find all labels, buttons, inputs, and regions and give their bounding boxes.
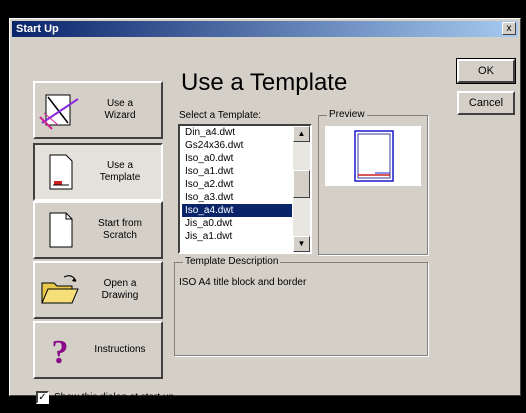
mode-button-label: Instructions <box>94 344 146 355</box>
template-list-item[interactable]: Din_a4.dwt <box>182 126 292 139</box>
template-list-item[interactable]: Jis_a0.dwt <box>182 217 292 230</box>
template-list-item[interactable]: Iso_a1.dwt <box>182 165 292 178</box>
mode-button-label: Start from Scratch <box>98 218 142 241</box>
template-list-item[interactable]: Iso_a4.dwt <box>182 204 292 217</box>
cancel-button[interactable]: Cancel <box>457 91 515 115</box>
scroll-up-arrow-icon[interactable]: ▲ <box>293 126 310 142</box>
show-dialog-option[interactable]: ✓ Show this dialog at start up <box>36 391 174 404</box>
template-list: Din_a4.dwt Gs24x36.dwt Iso_a0.dwt Iso_a1.dw… <box>182 126 292 243</box>
template-list-item[interactable]: Gs24x36.dwt <box>182 139 292 152</box>
page-title: Use a Template <box>181 69 348 96</box>
scroll-down-arrow-icon[interactable]: ▼ <box>293 236 310 252</box>
use-a-wizard-button[interactable]: Use a Wizard <box>33 81 163 139</box>
template-description-group: Template Description ISO A4 title block … <box>174 256 428 356</box>
template-description-label: Template Description <box>183 256 281 267</box>
wizard-icon <box>35 85 85 135</box>
template-description-text: ISO A4 title block and border <box>179 277 307 288</box>
title-bar: Start Up x <box>12 21 518 37</box>
template-page-icon <box>35 147 85 197</box>
mode-button-label: Use a Wizard <box>104 98 136 121</box>
template-list-item[interactable]: Iso_a0.dwt <box>182 152 292 165</box>
preview-box <box>325 126 421 186</box>
open-a-drawing-button[interactable]: Open a Drawing <box>33 261 163 319</box>
template-preview-thumbnail <box>354 130 394 182</box>
template-list-item[interactable]: Jis_a1.dwt <box>182 230 292 243</box>
instructions-button[interactable]: ? Instructions <box>33 321 163 379</box>
select-template-label: Select a Template: <box>179 110 262 121</box>
close-button[interactable]: x <box>502 22 516 35</box>
template-listbox[interactable]: Din_a4.dwt Gs24x36.dwt Iso_a0.dwt Iso_a1.dw… <box>178 124 312 254</box>
ok-button[interactable]: OK <box>456 58 516 84</box>
template-list-item[interactable]: Iso_a2.dwt <box>182 178 292 191</box>
preview-label: Preview <box>327 109 367 120</box>
question-mark-icon: ? <box>35 325 85 375</box>
mode-button-label: Use a Template <box>99 160 141 183</box>
show-dialog-label: Show this dialog at start up <box>54 392 175 403</box>
blank-page-icon <box>35 205 85 255</box>
scroll-thumb[interactable] <box>293 170 310 198</box>
use-a-template-button[interactable]: Use a Template <box>33 143 163 201</box>
open-folder-icon <box>35 265 85 315</box>
start-from-scratch-button[interactable]: Start from Scratch <box>33 201 163 259</box>
window-title: Start Up <box>16 23 59 35</box>
mode-button-label: Open a Drawing <box>101 278 139 301</box>
preview-group: Preview <box>318 109 428 255</box>
svg-text:?: ? <box>52 334 69 371</box>
template-list-item[interactable]: Iso_a3.dwt <box>182 191 292 204</box>
show-dialog-checkbox[interactable]: ✓ <box>36 391 49 404</box>
screen: Start Up x Use a Wizard Use a Template Sta… <box>0 0 526 413</box>
start-up-dialog: Start Up x Use a Wizard Use a Template Sta… <box>9 18 521 404</box>
template-scrollbar[interactable]: ▲ ▼ <box>293 126 310 252</box>
